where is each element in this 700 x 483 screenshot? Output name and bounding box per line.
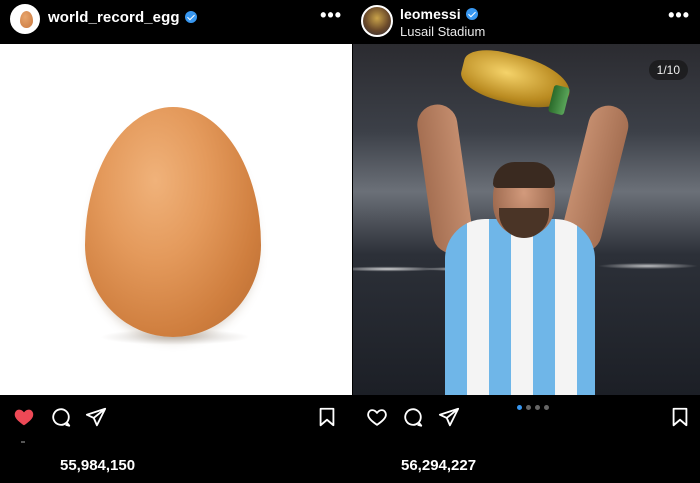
comment-button[interactable] (401, 405, 425, 429)
post-image[interactable]: 1/10 (353, 44, 700, 395)
post-header: leomessi Lusail Stadium ••• (353, 0, 700, 46)
post-world-record-egg: world_record_egg ••• 55,984,150 (0, 0, 352, 483)
player-hair (493, 162, 555, 188)
avatar[interactable] (361, 5, 393, 37)
send-icon (85, 407, 107, 427)
share-button[interactable] (84, 405, 108, 429)
save-button[interactable] (668, 405, 692, 429)
username[interactable]: leomessi (400, 6, 478, 22)
comment-icon (404, 408, 423, 427)
username[interactable]: world_record_egg (48, 9, 197, 26)
likes-count[interactable]: 55,984,150 (60, 457, 135, 474)
carousel-dot (535, 405, 540, 410)
carousel-dot (544, 405, 549, 410)
more-options-icon[interactable]: ••• (668, 6, 690, 24)
save-button[interactable] (315, 405, 339, 429)
more-options-icon[interactable]: ••• (320, 6, 342, 24)
location-label[interactable]: Lusail Stadium (400, 24, 485, 39)
heart-outline-icon (367, 409, 387, 426)
username-text[interactable]: leomessi (400, 6, 461, 22)
post-header: world_record_egg ••• (0, 0, 352, 46)
bookmark-icon (672, 407, 688, 427)
post-leomessi: leomessi Lusail Stadium ••• 1/10 56,294,… (353, 0, 700, 483)
post-image[interactable] (0, 44, 352, 395)
username-text[interactable]: world_record_egg (48, 9, 180, 26)
egg-avatar-icon (20, 11, 33, 28)
verified-badge-icon (465, 8, 478, 20)
carousel-dot-active (517, 405, 522, 410)
likes-count[interactable]: 56,294,227 (401, 457, 476, 474)
carousel-dot (526, 405, 531, 410)
comment-button[interactable] (49, 405, 73, 429)
egg-image (85, 107, 261, 337)
argentina-jersey (445, 219, 595, 395)
verified-badge-icon (184, 11, 197, 23)
like-button[interactable] (12, 405, 36, 429)
bookmark-icon (319, 407, 335, 427)
action-bar (0, 405, 352, 431)
media-counter: 1/10 (648, 60, 688, 80)
like-button[interactable] (365, 405, 389, 429)
heart-icon (14, 409, 34, 426)
share-button[interactable] (437, 405, 461, 429)
avatar[interactable] (10, 4, 40, 34)
send-icon (438, 407, 460, 427)
carousel-dots[interactable] (517, 405, 549, 410)
comment-icon (52, 408, 71, 427)
divider-mark (21, 441, 25, 443)
